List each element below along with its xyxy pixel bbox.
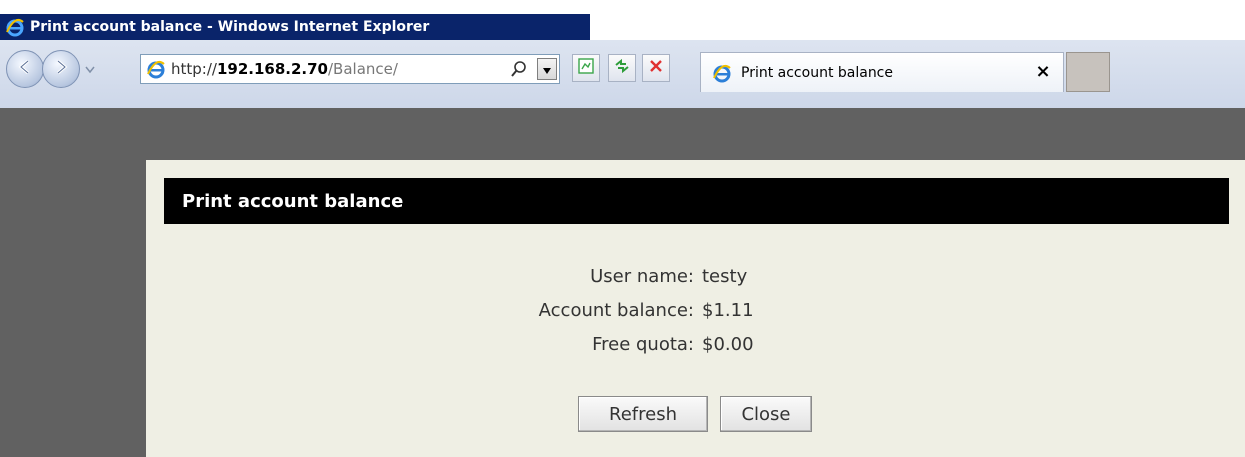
stop-icon — [648, 58, 664, 78]
compatibility-view-icon — [577, 57, 595, 79]
url-scheme: http:// — [171, 60, 217, 78]
url-host: 192.168.2.70 — [216, 60, 328, 78]
forward-arrow-icon — [50, 56, 72, 82]
panel-header: Print account balance — [164, 178, 1229, 224]
stop-button[interactable] — [642, 54, 670, 82]
forward-button[interactable] — [42, 50, 80, 88]
address-dropdown-button[interactable] — [537, 58, 557, 80]
user-name-value: testy — [702, 266, 748, 287]
recent-pages-dropdown[interactable] — [84, 62, 96, 74]
free-quota-value: $0.00 — [702, 334, 754, 355]
user-name-row: User name: testy — [146, 262, 1245, 294]
ie-page-icon — [711, 62, 733, 84]
page-title: Print account balance — [182, 190, 404, 212]
compatibility-view-button[interactable] — [572, 54, 600, 82]
new-tab-button[interactable] — [1066, 52, 1110, 92]
account-balance-row: Account balance: $1.11 — [146, 296, 1245, 328]
url-path: /Balance/ — [327, 60, 398, 78]
title-bar: Print account balance - Windows Internet… — [0, 0, 1245, 40]
refresh-icon — [613, 57, 631, 79]
ie-logo-icon — [4, 16, 26, 38]
tab-label: Print account balance — [741, 64, 893, 81]
search-icon[interactable] — [509, 59, 529, 79]
refresh-button[interactable]: Refresh — [578, 396, 708, 432]
chevron-down-icon — [85, 59, 95, 78]
ie-page-icon — [145, 58, 167, 80]
close-tab-icon[interactable]: × — [1033, 61, 1053, 82]
back-button[interactable] — [6, 50, 44, 88]
close-button[interactable]: Close — [720, 396, 812, 432]
user-name-label: User name: — [590, 266, 694, 287]
back-arrow-icon — [14, 56, 36, 82]
window-title: Print account balance - Windows Internet… — [30, 19, 430, 35]
free-quota-label: Free quota: — [592, 334, 694, 355]
address-url[interactable]: http://192.168.2.70/Balance/ — [171, 60, 398, 78]
browser-window: Print account balance - Windows Internet… — [0, 0, 1245, 457]
browser-tab[interactable]: Print account balance × — [700, 52, 1064, 92]
account-balance-label: Account balance: — [538, 300, 694, 321]
address-bar[interactable]: http://192.168.2.70/Balance/ — [140, 54, 560, 84]
free-quota-row: Free quota: $0.00 — [146, 330, 1245, 362]
account-balance-value: $1.11 — [702, 300, 754, 321]
page-content: Print account balance User name: testy A… — [0, 108, 1245, 457]
refresh-page-button[interactable] — [608, 54, 636, 82]
title-bar-strip: Print account balance - Windows Internet… — [0, 14, 590, 40]
chevron-down-icon — [542, 60, 552, 79]
browser-toolbar: http://192.168.2.70/Balance/ Print accou… — [0, 40, 1245, 109]
balance-panel: Print account balance User name: testy A… — [146, 160, 1245, 457]
